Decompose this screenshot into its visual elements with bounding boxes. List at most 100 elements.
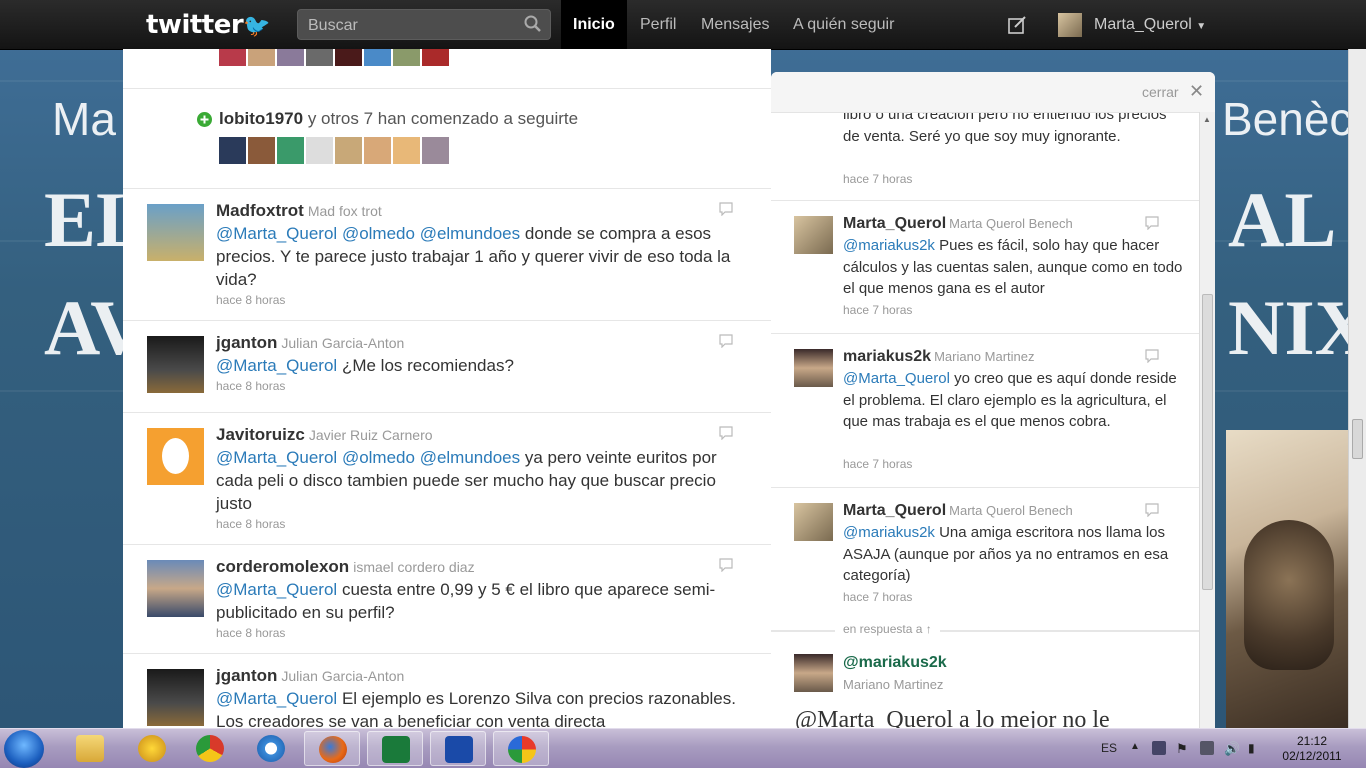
scrollbar-thumb[interactable] <box>1352 419 1363 459</box>
in-reply-separator: en respuesta a ↑ <box>771 617 1199 647</box>
tweet-username[interactable]: corderomolexon <box>216 557 349 576</box>
mention-link[interactable]: @Marta_Querol <box>216 356 337 375</box>
scrollbar-thumb[interactable] <box>1202 294 1213 590</box>
taskbar-excel[interactable] <box>367 731 423 766</box>
tweet-time[interactable]: hace 7 horas <box>843 172 912 186</box>
tweet-username[interactable]: Marta_Querol <box>843 215 946 232</box>
flag-icon[interactable]: ⚑ <box>1176 741 1190 756</box>
tweet-username[interactable]: jganton <box>216 333 277 352</box>
list-item[interactable]: Marta_Querol Marta Querol Benech @mariaku… <box>771 201 1199 334</box>
tweet-username[interactable]: mariakus2k <box>843 348 931 365</box>
avatar[interactable] <box>335 137 362 164</box>
table-row[interactable]: jganton Julian Garcia-Anton @Marta_Querol… <box>123 654 771 728</box>
table-row[interactable]: jganton Julian Garcia-Anton @Marta_Querol… <box>123 321 771 413</box>
tweet-time[interactable]: hace 8 horas <box>216 517 285 531</box>
taskbar-picasa[interactable] <box>493 731 549 766</box>
taskbar-firefox[interactable] <box>304 731 360 766</box>
reply-icon[interactable] <box>719 334 733 348</box>
tweet-username[interactable]: jganton <box>216 666 277 685</box>
tweet-username[interactable]: Marta_Querol <box>843 502 946 519</box>
avatar[interactable] <box>248 137 275 164</box>
signal-icon[interactable]: ▮ <box>1248 741 1262 755</box>
reply-icon[interactable] <box>719 558 733 572</box>
table-row[interactable]: Madfoxtrot Mad fox trot @Marta_Querol @ol… <box>123 189 771 321</box>
list-item[interactable]: Marta_Querol Marta Querol Benech @mariaku… <box>771 488 1199 632</box>
taskbar-internet-explorer[interactable] <box>243 731 299 766</box>
mention-link[interactable]: @olmedo <box>342 448 415 467</box>
reply-icon[interactable] <box>719 202 733 216</box>
avatar[interactable] <box>219 137 246 164</box>
compose-tweet-icon[interactable] <box>1008 16 1026 34</box>
tray-expand-icon[interactable]: ▲ <box>1130 741 1144 755</box>
tweet-time[interactable]: hace 7 horas <box>843 590 912 604</box>
avatar[interactable] <box>422 137 449 164</box>
nav-home[interactable]: Inicio <box>561 0 627 49</box>
avatar[interactable] <box>794 216 833 254</box>
tweet-time[interactable]: hace 8 horas <box>216 293 285 307</box>
avatar[interactable] <box>147 336 204 393</box>
mention-link[interactable]: @Marta_Querol <box>216 448 337 467</box>
in-reply-label[interactable]: en respuesta a ↑ <box>835 622 940 636</box>
nav-profile[interactable]: Perfil <box>628 0 688 49</box>
start-button[interactable] <box>4 730 44 768</box>
mention-link[interactable]: @mariakus2k <box>843 524 935 541</box>
mention-link[interactable]: @mariakus2k <box>843 237 935 254</box>
taskbar-word[interactable] <box>430 731 486 766</box>
avatar[interactable] <box>147 204 204 261</box>
search-input[interactable] <box>306 16 520 36</box>
mention-link[interactable]: @elmundoes <box>420 224 520 243</box>
avatar[interactable] <box>794 503 833 541</box>
network-icon[interactable] <box>1152 741 1166 755</box>
taskbar-chrome[interactable] <box>182 731 238 766</box>
avatar[interactable] <box>147 669 204 726</box>
avatar[interactable] <box>306 137 333 164</box>
tweet-username[interactable]: Javitoruizc <box>216 425 305 444</box>
nav-messages[interactable]: Mensajes <box>689 0 781 49</box>
tweet-time[interactable]: hace 7 horas <box>843 457 912 471</box>
volume-icon[interactable]: 🔊 <box>1224 741 1240 756</box>
background-word: Ma <box>52 93 116 145</box>
avatar[interactable] <box>364 137 391 164</box>
reply-icon[interactable] <box>1145 503 1159 517</box>
list-item[interactable]: libro o una creación pero no entiendo lo… <box>771 113 1199 201</box>
avatar[interactable] <box>147 428 204 485</box>
search-icon[interactable] <box>524 15 542 33</box>
list-item[interactable]: mariakus2k Mariano Martinez @Marta_Querol… <box>771 334 1199 488</box>
mention-link[interactable]: @Marta_Querol <box>216 224 337 243</box>
avatar[interactable] <box>277 137 304 164</box>
device-icon[interactable] <box>1200 741 1214 755</box>
language-indicator[interactable]: ES <box>1101 741 1117 755</box>
close-button[interactable]: cerrar <box>1142 84 1179 100</box>
tweet-time[interactable]: hace 8 horas <box>216 379 285 393</box>
reply-icon[interactable] <box>719 426 733 440</box>
tweet-time[interactable]: hace 7 horas <box>843 303 912 317</box>
scroll-up-icon[interactable]: ▲ <box>1203 115 1211 124</box>
table-row[interactable]: Javitoruizc Javier Ruiz Carnero @Marta_Qu… <box>123 413 771 545</box>
tweet-time[interactable]: hace 8 horas <box>216 626 285 640</box>
mention-link[interactable]: @olmedo <box>342 224 415 243</box>
mention-link[interactable]: @Marta_Querol <box>843 370 950 387</box>
reply-icon[interactable] <box>1145 349 1159 363</box>
twitter-logo[interactable]: twitter🐦 <box>146 10 271 40</box>
main-tweet-username[interactable]: @mariakus2k <box>843 654 947 672</box>
nav-who-to-follow[interactable]: A quién seguir <box>781 0 906 49</box>
mention-link[interactable]: @elmundoes <box>420 448 520 467</box>
close-icon[interactable]: ✕ <box>1189 81 1204 102</box>
excel-icon <box>382 736 410 763</box>
follow-user-link[interactable]: lobito1970 <box>219 109 303 128</box>
search-box[interactable] <box>297 9 551 40</box>
avatar[interactable] <box>794 349 833 387</box>
reply-icon[interactable] <box>1145 216 1159 230</box>
tweet-username[interactable]: Madfoxtrot <box>216 201 304 220</box>
avatar[interactable] <box>147 560 204 617</box>
avatar[interactable] <box>794 654 833 692</box>
taskbar-explorer[interactable] <box>62 731 118 766</box>
browser-scrollbar[interactable] <box>1348 49 1366 728</box>
taskbar-yahoo-messenger[interactable] <box>124 731 180 766</box>
panel-scrollbar[interactable]: ▲ <box>1199 112 1215 728</box>
system-clock[interactable]: 21:12 02/12/2011 <box>1280 734 1344 764</box>
table-row[interactable]: corderomolexon ismael cordero diaz @Marta… <box>123 545 771 654</box>
mention-link[interactable]: @Marta_Querol <box>216 689 337 708</box>
mention-link[interactable]: @Marta_Querol <box>216 580 337 599</box>
avatar[interactable] <box>393 137 420 164</box>
